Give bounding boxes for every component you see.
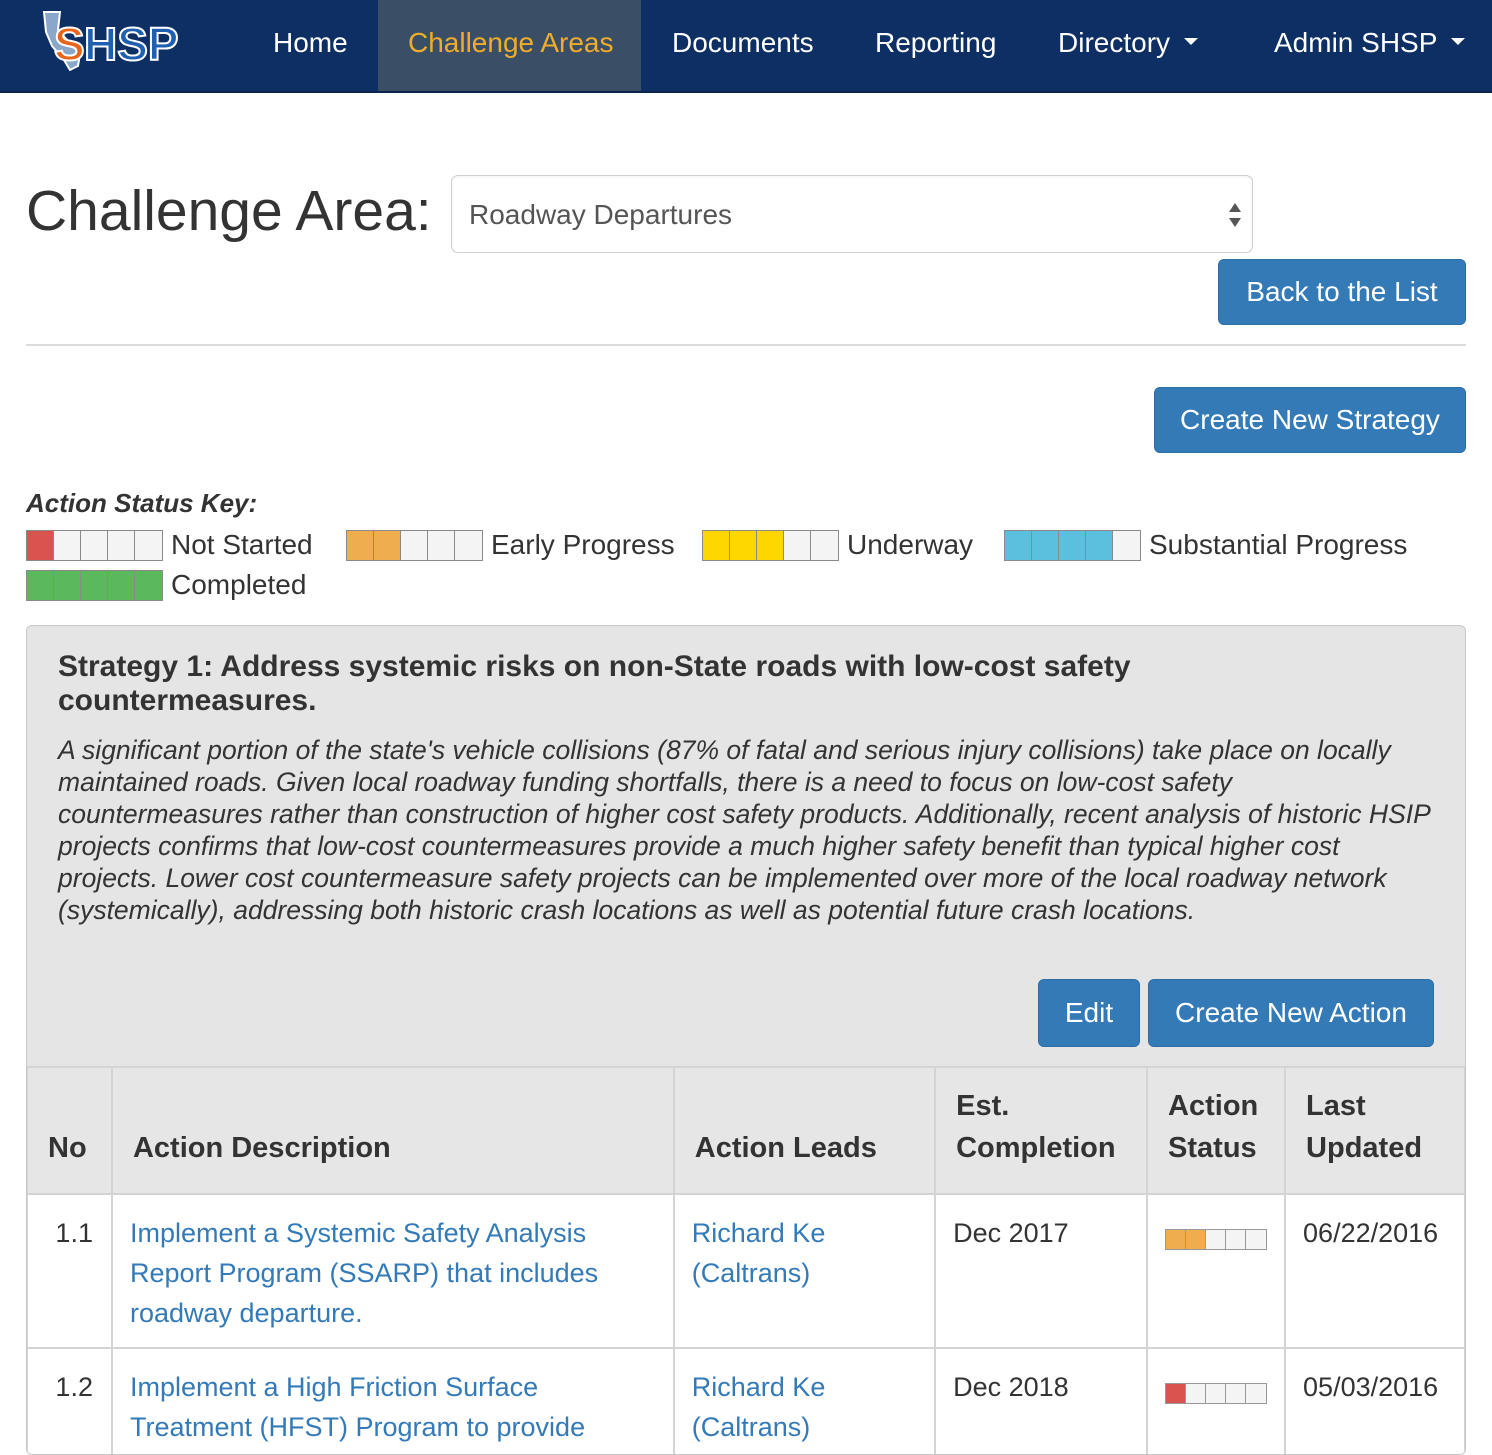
status-key-item: Early Progress [346, 529, 675, 561]
table-header-row: No Action Description Action Leads Est. … [27, 1066, 1465, 1195]
nav-reporting[interactable]: Reporting [845, 0, 1026, 91]
nav-challenge-areas[interactable]: Challenge Areas [378, 0, 641, 91]
nav-home[interactable]: Home [243, 0, 378, 91]
last-updated: 06/22/2016 [1284, 1193, 1465, 1349]
col-header-description[interactable]: Action Description [110, 1066, 675, 1195]
nav-admin-label: Admin SHSP [1274, 27, 1438, 58]
status-key-item: Substantial Progress [1004, 529, 1407, 561]
status-key-item: Completed [26, 569, 306, 601]
action-leads-cell: Richard Ke (Caltrans) [672, 1347, 937, 1454]
last-updated: 05/03/2016 [1284, 1347, 1465, 1454]
top-navbar: S HSP Home Challenge Areas Documents Rep… [0, 0, 1492, 93]
status-bar [702, 529, 839, 561]
nav-documents[interactable]: Documents [642, 0, 844, 91]
challenge-area-select[interactable]: Roadway Departures [451, 175, 1253, 253]
nav-admin-dropdown[interactable]: Admin SHSP [1244, 0, 1492, 91]
status-bar [26, 569, 163, 601]
chevron-down-icon [1451, 38, 1466, 46]
svg-text:HSP: HSP [84, 18, 179, 70]
est-completion: Dec 2018 [934, 1347, 1149, 1454]
col-header-leads[interactable]: Action Leads [672, 1066, 937, 1195]
action-leads-cell: Richard Ke (Caltrans) [672, 1193, 937, 1349]
status-key-title: Action Status Key: [26, 488, 258, 518]
status-key-label: Not Started [171, 529, 313, 560]
back-to-list-button[interactable]: Back to the List [1218, 259, 1466, 325]
action-status-cell [1146, 1347, 1287, 1454]
col-header-updated[interactable]: Last Updated [1284, 1066, 1465, 1195]
strategy-title: Strategy 1: Address systemic risks on no… [58, 650, 1131, 717]
status-key-label: Completed [171, 569, 307, 600]
status-key-item: Underway [702, 529, 973, 561]
est-completion: Dec 2017 [934, 1193, 1149, 1349]
action-description-link[interactable]: Implement a High Friction Surface Treatm… [130, 1372, 585, 1442]
chevron-down-icon [1184, 38, 1199, 46]
status-bar [1004, 529, 1141, 561]
action-description-cell: Implement a High Friction Surface Treatm… [110, 1347, 675, 1454]
col-header-completion[interactable]: Est. Completion [934, 1066, 1149, 1195]
divider [26, 344, 1466, 346]
shsp-logo[interactable]: S HSP [34, 4, 204, 84]
page-title: Challenge Area: [26, 179, 432, 243]
action-lead-link[interactable]: Richard Ke (Caltrans) [692, 1218, 826, 1288]
table-row: 1.2 Implement a High Friction Surface Tr… [27, 1347, 1465, 1454]
actions-table: No Action Description Action Leads Est. … [27, 1066, 1465, 1454]
table-row: 1.1 Implement a Systemic Safety Analysis… [27, 1193, 1465, 1349]
action-number: 1.2 [27, 1347, 113, 1454]
col-header-status[interactable]: Action Status [1146, 1066, 1287, 1195]
nav-directory-dropdown[interactable]: Directory [1028, 0, 1228, 91]
strategy-description: A significant portion of the state's veh… [58, 735, 1430, 925]
action-description-cell: Implement a Systemic Safety Analysis Rep… [110, 1193, 675, 1349]
edit-strategy-button[interactable]: Edit [1038, 979, 1140, 1047]
status-key-label: Underway [847, 529, 974, 560]
action-number: 1.1 [27, 1193, 113, 1349]
strategy-panel: Strategy 1: Address systemic risks on no… [26, 625, 1466, 1455]
select-arrows-icon [1229, 203, 1241, 227]
status-bar [346, 529, 483, 561]
challenge-area-select-value: Roadway Departures [469, 199, 733, 230]
status-key-label: Early Progress [491, 529, 675, 560]
status-bar [1165, 1383, 1268, 1405]
status-key-label: Substantial Progress [1149, 529, 1408, 560]
status-key-item: Not Started [26, 529, 313, 561]
create-new-action-button[interactable]: Create New Action [1148, 979, 1434, 1047]
action-description-link[interactable]: Implement a Systemic Safety Analysis Rep… [130, 1218, 598, 1328]
create-new-strategy-button[interactable]: Create New Strategy [1154, 387, 1466, 453]
nav-directory-label: Directory [1058, 27, 1171, 58]
action-lead-link[interactable]: Richard Ke (Caltrans) [692, 1372, 826, 1442]
svg-text:S: S [54, 18, 85, 70]
status-bar [26, 529, 163, 561]
col-header-no[interactable]: No [27, 1066, 113, 1195]
action-status-cell [1146, 1193, 1287, 1349]
status-bar [1165, 1229, 1268, 1251]
